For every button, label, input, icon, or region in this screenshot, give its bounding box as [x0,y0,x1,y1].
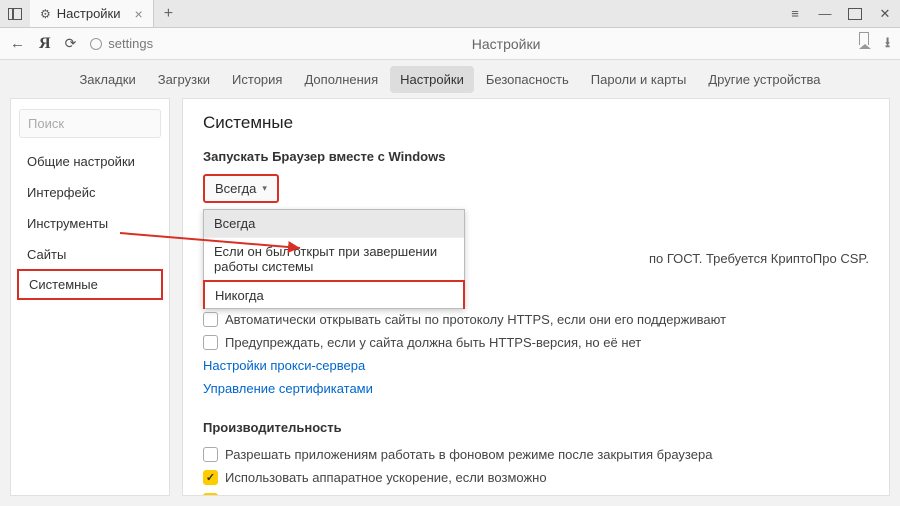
link-certificates[interactable]: Управление сертификатами [203,377,869,400]
tab-title: Настройки [57,6,121,21]
checkbox-label: Автоматически открывать сайты по протоко… [225,312,726,327]
checkbox-row-opt[interactable]: ✓ Оптимизировать изображения для экономи… [203,489,869,496]
checkbox-checked[interactable]: ✓ [203,493,218,496]
sidebar-item-tools[interactable]: Инструменты [11,208,169,239]
chevron-down-icon: ▾ [262,183,267,194]
maximize-button[interactable] [840,0,870,28]
bookmark-button[interactable] [859,32,869,56]
gear-icon: ⚙ [40,7,51,21]
sidebar-search-input[interactable]: Поиск [19,109,161,138]
yandex-logo[interactable]: Я [39,35,51,53]
checkbox-label: Разрешать приложениям работать в фоновом… [225,447,712,462]
downloads-button[interactable]: ⭳ [885,32,890,56]
topnav-bookmarks[interactable]: Закладки [69,66,145,93]
checkbox-unchecked[interactable] [203,312,218,327]
window-controls: ≡ — ✕ [780,0,900,28]
topnav-passwords[interactable]: Пароли и карты [581,66,697,93]
gost-note: по ГОСТ. Требуется КриптоПро CSP. [649,251,869,266]
page-title: Настройки [167,36,845,52]
new-tab-button[interactable]: + [154,5,183,23]
checkbox-row-hw[interactable]: ✓ Использовать аппаратное ускорение, есл… [203,466,869,489]
address-bar: ← Я ⟳ settings Настройки ⭳ [0,28,900,60]
main-heading: Системные [203,113,869,133]
menu-button[interactable]: ≡ [780,0,810,28]
topnav-security[interactable]: Безопасность [476,66,579,93]
sidebar-item-general[interactable]: Общие настройки [11,146,169,177]
settings-main: Системные Запускать Браузер вместе с Win… [182,98,890,496]
bookmark-icon [859,32,869,45]
topnav-devices[interactable]: Другие устройства [698,66,830,93]
url-text: settings [108,36,153,51]
browser-tab[interactable]: ⚙ Настройки × [30,0,154,27]
dropdown-selected-text: Всегда [215,181,256,196]
tab-close-button[interactable]: × [135,7,143,21]
checkbox-label: Использовать аппаратное ускорение, если … [225,470,547,485]
topnav-addons[interactable]: Дополнения [294,66,388,93]
link-proxy-settings[interactable]: Настройки прокси-сервера [203,354,869,377]
sidebar-item-interface[interactable]: Интерфейс [11,177,169,208]
sidebar-item-system[interactable]: Системные [17,269,163,300]
content-area: Поиск Общие настройки Интерфейс Инструме… [0,98,900,506]
checkbox-label: Предупреждать, если у сайта должна быть … [225,335,641,350]
panel-toggle[interactable] [0,8,30,20]
launch-dropdown-button[interactable]: Всегда ▾ [203,174,279,203]
maximize-icon [848,8,862,20]
close-window-button[interactable]: ✕ [870,0,900,28]
topnav-settings[interactable]: Настройки [390,66,474,93]
checkbox-row-https-warn[interactable]: Предупреждать, если у сайта должна быть … [203,331,869,354]
topnav-downloads[interactable]: Загрузки [148,66,220,93]
checkbox-row-bg[interactable]: Разрешать приложениям работать в фоновом… [203,443,869,466]
sidepanel-icon [8,8,22,20]
launch-with-windows-label: Запускать Браузер вместе с Windows [203,149,869,164]
checkbox-unchecked[interactable] [203,335,218,350]
reload-button[interactable]: ⟳ [65,35,77,52]
sidebar-item-sites[interactable]: Сайты [11,239,169,270]
window-titlebar: ⚙ Настройки × + ≡ — ✕ [0,0,900,28]
performance-heading: Производительность [203,420,869,435]
dropdown-option-always[interactable]: Всегда [204,210,464,238]
topnav-history[interactable]: История [222,66,292,93]
dropdown-option-never[interactable]: Никогда [203,280,465,309]
settings-topnav: Закладки Загрузки История Дополнения Нас… [0,60,900,98]
url-field[interactable]: settings [90,36,153,51]
checkbox-label: Оптимизировать изображения для экономии … [225,493,624,496]
checkbox-checked[interactable]: ✓ [203,470,218,485]
settings-sidebar: Поиск Общие настройки Интерфейс Инструме… [10,98,170,496]
checkbox-unchecked[interactable] [203,447,218,462]
back-button[interactable]: ← [10,35,25,52]
minimize-button[interactable]: — [810,0,840,28]
globe-icon [90,38,102,50]
checkbox-row-https-auto[interactable]: Автоматически открывать сайты по протоко… [203,308,869,331]
